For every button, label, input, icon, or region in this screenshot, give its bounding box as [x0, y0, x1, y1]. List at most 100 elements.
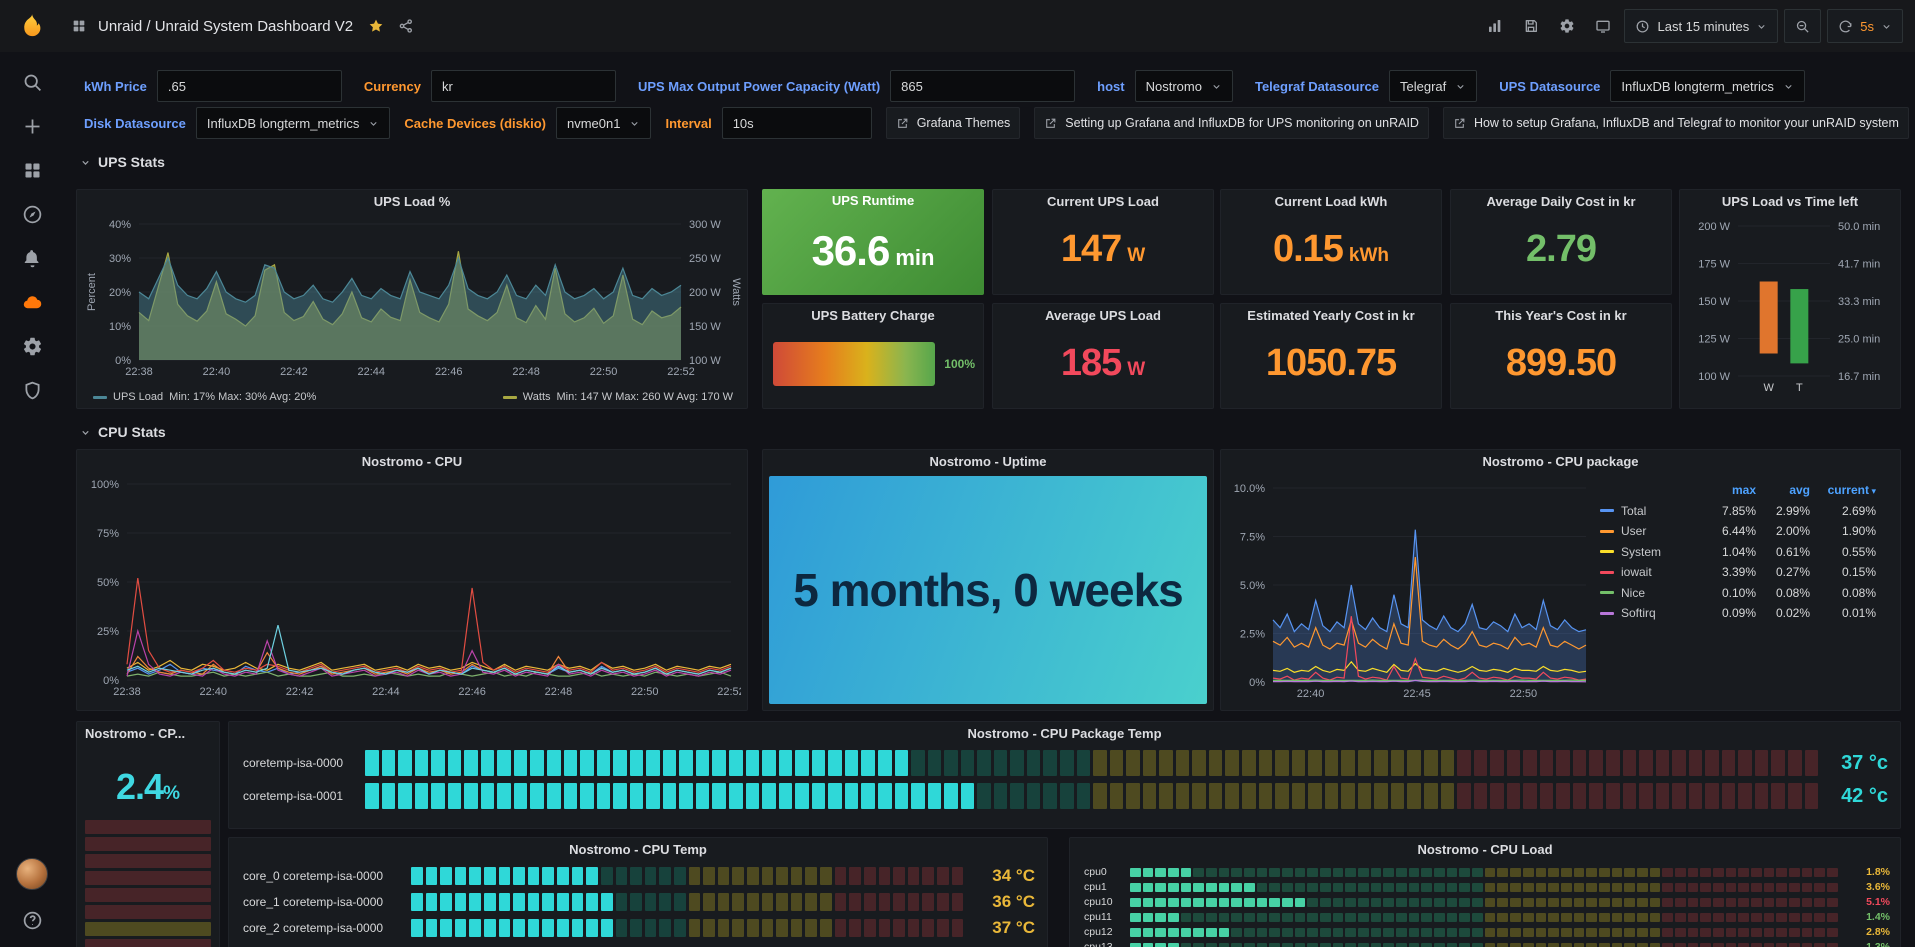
configuration-gear-icon[interactable]: [22, 336, 43, 357]
legend-series[interactable]: iowait: [1600, 565, 1692, 579]
help-icon[interactable]: [22, 910, 43, 931]
panel-title[interactable]: Nostromo - CPU Temp: [229, 838, 1047, 862]
create-plus-icon[interactable]: [22, 116, 43, 137]
cpu-package-chart[interactable]: 0%2.5%5.0%7.5%10.0%22:4022:4522:50: [1227, 482, 1594, 702]
zoom-out-button[interactable]: [1784, 9, 1821, 43]
gauge-value: 36 °C: [963, 892, 1041, 912]
legend-item[interactable]: UPS LoadMin: 17% Max: 30% Avg: 20%: [93, 391, 316, 403]
cloud-icon[interactable]: [22, 292, 43, 313]
refresh-picker[interactable]: 5s: [1827, 9, 1903, 43]
external-link-icon: [1044, 117, 1057, 130]
cpu-chart[interactable]: 0%25%50%75%100%22:3822:4022:4222:4422:46…: [83, 476, 741, 702]
gradient-gauge-bar: [773, 342, 935, 386]
variable-label: Disk Datasource: [84, 116, 186, 131]
add-panel-icon[interactable]: [1480, 11, 1510, 41]
gauge-row: cpu105.1%: [1076, 896, 1894, 908]
panel-title[interactable]: Nostromo - Uptime: [763, 450, 1213, 474]
legend-series[interactable]: User: [1600, 524, 1692, 538]
panel-current-ups-load: Current UPS Load 147W: [992, 189, 1214, 295]
panel-average-ups-load: Average UPS Load 185W: [992, 303, 1214, 409]
panel-title[interactable]: Nostromo - CP...: [77, 722, 219, 746]
variable-label: UPS Datasource: [1499, 79, 1600, 94]
time-range-picker[interactable]: Last 15 minutes: [1624, 9, 1778, 43]
variable-input[interactable]: .65: [157, 70, 342, 102]
svg-text:33.3 min: 33.3 min: [1838, 296, 1880, 308]
legend-sort-current[interactable]: current ▾: [1810, 483, 1876, 497]
variable-input[interactable]: 865: [890, 70, 1075, 102]
variable-select[interactable]: Nostromo: [1135, 70, 1233, 102]
legend-row: User6.44%2.00%1.90%: [1600, 521, 1892, 542]
panel-title[interactable]: Nostromo - CPU package: [1221, 450, 1900, 474]
gauge-row: core_1 coretemp-isa-000036 °C: [235, 892, 1041, 912]
share-icon[interactable]: [391, 11, 421, 41]
ups-load-chart[interactable]: 0%100 W10%150 W20%200 W30%250 W40%300 W2…: [83, 216, 741, 382]
panel-title[interactable]: UPS Runtime: [762, 189, 984, 213]
save-icon[interactable]: [1516, 11, 1546, 41]
series-name: Watts: [523, 391, 551, 403]
admin-shield-icon[interactable]: [22, 380, 43, 401]
legend-series[interactable]: Softirq: [1600, 606, 1692, 620]
gauge-value: 1.3%: [1838, 941, 1894, 947]
panel-title[interactable]: Current Load kWh: [1221, 190, 1441, 214]
ups-bar-chart[interactable]: 100 W16.7 min125 W25.0 min150 W33.3 min1…: [1686, 216, 1894, 400]
stat-value: 2.4%: [77, 766, 219, 808]
panel-title[interactable]: This Year's Cost in kr: [1451, 304, 1671, 328]
sidebar-bottom: [16, 858, 48, 931]
variable-select[interactable]: InfluxDB longterm_metrics: [1610, 70, 1804, 102]
variable-item: Disk Datasource InfluxDB longterm_metrics: [84, 107, 390, 139]
panel-title[interactable]: UPS Load vs Time left: [1680, 190, 1900, 214]
dashboards-icon[interactable]: [22, 160, 43, 181]
panel-title[interactable]: Nostromo - CPU Load: [1070, 838, 1900, 862]
series-color-dash: [503, 396, 517, 399]
legend-series[interactable]: Nice: [1600, 586, 1692, 600]
legend-series[interactable]: Total: [1600, 504, 1692, 518]
variable-item: kWh Price.65: [84, 70, 342, 102]
user-avatar[interactable]: [16, 858, 48, 890]
panel-title[interactable]: Nostromo - CPU Package Temp: [229, 722, 1900, 746]
dashboard-link[interactable]: How to setup Grafana, InfluxDB and Teleg…: [1443, 107, 1909, 139]
search-icon[interactable]: [22, 72, 43, 93]
svg-text:22:42: 22:42: [280, 366, 308, 378]
variable-select[interactable]: nvme0n1: [556, 107, 651, 139]
variable-label: host: [1097, 79, 1124, 94]
explore-compass-icon[interactable]: [22, 204, 43, 225]
variable-input[interactable]: kr: [431, 70, 616, 102]
panel-current-load-kwh: Current Load kWh 0.15kWh: [1220, 189, 1442, 295]
gauge-label: cpu1: [1076, 881, 1130, 893]
legend-sort-max[interactable]: max: [1692, 483, 1756, 497]
panel-title[interactable]: UPS Battery Charge: [763, 304, 983, 328]
variable-select[interactable]: Telegraf: [1389, 70, 1477, 102]
panel-title[interactable]: Nostromo - CPU: [77, 450, 747, 474]
dashboard-link[interactable]: Setting up Grafana and InfluxDB for UPS …: [1034, 107, 1429, 139]
gauge-label: coretemp-isa-0001: [235, 789, 365, 803]
svg-text:50.0 min: 50.0 min: [1838, 221, 1880, 233]
section-ups-stats[interactable]: UPS Stats: [80, 154, 165, 170]
star-icon[interactable]: [361, 11, 391, 41]
svg-text:22:40: 22:40: [200, 686, 228, 698]
panel-title[interactable]: Current UPS Load: [993, 190, 1213, 214]
panel-title[interactable]: UPS Load %: [77, 190, 747, 214]
variable-input[interactable]: 10s: [722, 107, 872, 139]
gauge-cells: [411, 919, 963, 937]
svg-text:22:52: 22:52: [667, 366, 695, 378]
grafana-logo[interactable]: [0, 12, 64, 40]
chevron-down-icon: [80, 427, 91, 438]
panel-cpu-package-temp: Nostromo - CPU Package Temp coretemp-isa…: [228, 721, 1901, 829]
legend-item[interactable]: WattsMin: 147 W Max: 260 W Avg: 170 W: [503, 391, 733, 403]
panel-title[interactable]: Average UPS Load: [993, 304, 1213, 328]
section-cpu-stats[interactable]: CPU Stats: [80, 424, 166, 440]
variable-item: Cache Devices (diskio)nvme0n1: [404, 107, 651, 139]
panel-title[interactable]: Average Daily Cost in kr: [1451, 190, 1671, 214]
variables-row-1: kWh Price.65CurrencykrUPS Max Output Pow…: [84, 70, 1805, 102]
variable-select[interactable]: InfluxDB longterm_metrics: [196, 107, 390, 139]
tv-kiosk-icon[interactable]: [1588, 11, 1618, 41]
legend-series[interactable]: System: [1600, 545, 1692, 559]
legend-sort-avg[interactable]: avg: [1756, 483, 1810, 497]
legend-value-avg: 0.61%: [1756, 545, 1810, 559]
dashboard-settings-icon[interactable]: [1552, 11, 1582, 41]
breadcrumb[interactable]: Unraid / Unraid System Dashboard V2: [98, 18, 353, 35]
dashboard-link[interactable]: Grafana Themes: [886, 107, 1021, 139]
alerting-bell-icon[interactable]: [22, 248, 43, 269]
panel-title[interactable]: Estimated Yearly Cost in kr: [1221, 304, 1441, 328]
gauge-bar-segment: [85, 922, 211, 936]
